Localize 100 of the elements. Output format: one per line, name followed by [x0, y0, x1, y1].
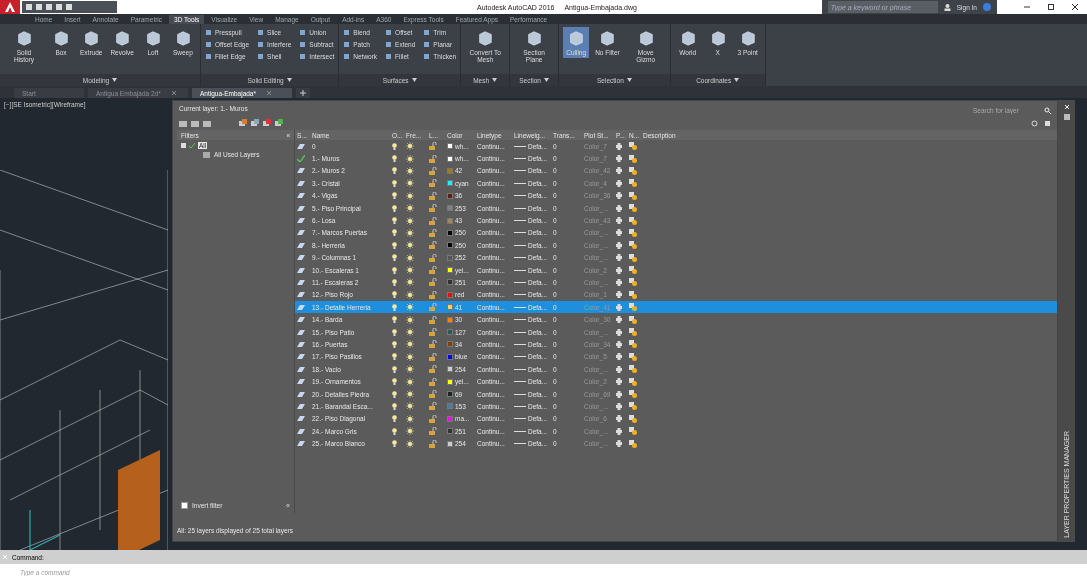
sun-icon[interactable]	[406, 216, 414, 225]
unlocked-padlock-icon[interactable]	[429, 216, 437, 225]
printer-icon[interactable]	[616, 204, 622, 212]
color-swatch[interactable]	[447, 316, 453, 323]
viewport-freeze-icon[interactable]	[629, 241, 637, 250]
viewport-freeze-icon[interactable]	[629, 365, 637, 374]
lightbulb-icon[interactable]	[392, 204, 397, 212]
printer-icon[interactable]	[616, 365, 622, 373]
lightbulb-icon[interactable]	[392, 365, 397, 373]
color-swatch[interactable]	[447, 217, 453, 224]
color-swatch[interactable]	[447, 304, 453, 311]
color-swatch[interactable]	[447, 391, 453, 397]
printer-icon[interactable]	[616, 415, 622, 423]
viewport-freeze-icon[interactable]	[629, 253, 637, 262]
printer-icon[interactable]	[616, 440, 622, 448]
viewport-freeze-icon[interactable]	[629, 390, 637, 398]
viewport-freeze-icon[interactable]	[629, 228, 637, 237]
color-swatch[interactable]	[447, 143, 453, 150]
printer-icon[interactable]	[616, 353, 622, 361]
printer-icon[interactable]	[616, 340, 622, 348]
lightbulb-icon[interactable]	[392, 340, 397, 348]
sun-icon[interactable]	[406, 266, 414, 275]
tree-toggle-icon[interactable]	[181, 143, 186, 148]
sun-icon[interactable]	[406, 377, 414, 386]
lightbulb-icon[interactable]	[392, 316, 397, 324]
lightbulb-icon[interactable]	[392, 427, 397, 435]
color-swatch[interactable]	[447, 403, 453, 410]
sun-icon[interactable]	[406, 142, 414, 151]
new-tab-button[interactable]	[296, 88, 310, 98]
unlocked-padlock-icon[interactable]	[429, 377, 437, 386]
lightbulb-icon[interactable]	[392, 328, 397, 336]
refresh-icon[interactable]	[1031, 119, 1038, 127]
unlocked-padlock-icon[interactable]	[429, 352, 437, 361]
color-swatch[interactable]	[447, 155, 453, 162]
color-swatch[interactable]	[447, 205, 453, 212]
color-swatch[interactable]	[447, 192, 453, 199]
lightbulb-icon[interactable]	[392, 192, 397, 200]
sun-icon[interactable]	[406, 328, 414, 337]
unlocked-padlock-icon[interactable]	[429, 427, 437, 436]
unlocked-padlock-icon[interactable]	[429, 253, 437, 262]
sun-icon[interactable]	[406, 166, 414, 175]
sun-icon[interactable]	[406, 204, 414, 213]
unlocked-padlock-icon[interactable]	[429, 191, 437, 200]
viewport-freeze-icon[interactable]	[629, 142, 637, 151]
layer-stack-icon[interactable]	[263, 119, 271, 127]
unlocked-padlock-icon[interactable]	[429, 266, 437, 275]
unlocked-padlock-icon[interactable]	[429, 142, 437, 151]
sun-icon[interactable]	[406, 402, 414, 411]
color-swatch[interactable]	[447, 415, 453, 422]
printer-icon[interactable]	[616, 303, 622, 311]
invert-filter-checkbox[interactable]	[181, 502, 188, 509]
viewport-freeze-icon[interactable]	[629, 352, 637, 361]
app-menu-button[interactable]	[0, 0, 20, 14]
lightbulb-icon[interactable]	[392, 415, 397, 423]
lightbulb-icon[interactable]	[392, 353, 397, 361]
printer-icon[interactable]	[616, 217, 622, 225]
viewport-freeze-icon[interactable]	[629, 191, 637, 200]
printer-icon[interactable]	[616, 142, 622, 150]
viewport-freeze-icon[interactable]	[629, 303, 637, 312]
viewport-freeze-icon[interactable]	[629, 377, 637, 386]
viewport-freeze-icon[interactable]	[629, 427, 637, 436]
sun-icon[interactable]	[406, 228, 414, 237]
color-swatch[interactable]	[447, 440, 453, 447]
sun-icon[interactable]	[406, 427, 414, 436]
minimize-icon[interactable]	[1023, 3, 1031, 11]
lightbulb-icon[interactable]	[392, 266, 397, 274]
unlocked-padlock-icon[interactable]	[429, 166, 437, 175]
lightbulb-icon[interactable]	[392, 155, 397, 163]
unlocked-padlock-icon[interactable]	[429, 228, 437, 237]
printer-icon[interactable]	[616, 266, 622, 274]
lightbulb-icon[interactable]	[392, 179, 397, 187]
printer-icon[interactable]	[616, 316, 622, 324]
layer-stack-icon[interactable]	[275, 119, 283, 127]
viewport-freeze-icon[interactable]	[629, 328, 637, 337]
unlocked-padlock-icon[interactable]	[429, 328, 437, 337]
unlocked-padlock-icon[interactable]	[429, 241, 437, 250]
color-swatch[interactable]	[447, 341, 453, 348]
viewport-freeze-icon[interactable]	[629, 266, 637, 275]
sun-icon[interactable]	[406, 439, 414, 448]
printer-icon[interactable]	[616, 402, 622, 410]
viewport-freeze-icon[interactable]	[629, 278, 637, 287]
unlocked-padlock-icon[interactable]	[429, 365, 437, 374]
color-swatch[interactable]	[447, 180, 453, 187]
sun-icon[interactable]	[406, 365, 414, 374]
lightbulb-icon[interactable]	[392, 142, 397, 150]
viewport-freeze-icon[interactable]	[629, 166, 637, 175]
color-swatch[interactable]	[447, 279, 453, 286]
unlocked-padlock-icon[interactable]	[429, 414, 437, 423]
printer-icon[interactable]	[616, 378, 622, 386]
color-swatch[interactable]	[447, 428, 453, 435]
restore-icon[interactable]	[1047, 3, 1055, 11]
sun-icon[interactable]	[406, 315, 414, 324]
unlocked-padlock-icon[interactable]	[429, 340, 437, 349]
color-swatch[interactable]	[447, 267, 453, 274]
color-swatch[interactable]	[447, 167, 453, 174]
viewport-freeze-icon[interactable]	[629, 179, 637, 188]
color-swatch[interactable]	[447, 366, 453, 373]
viewport-freeze-icon[interactable]	[629, 154, 637, 163]
lightbulb-icon[interactable]	[392, 440, 397, 448]
viewport-freeze-icon[interactable]	[629, 290, 637, 299]
